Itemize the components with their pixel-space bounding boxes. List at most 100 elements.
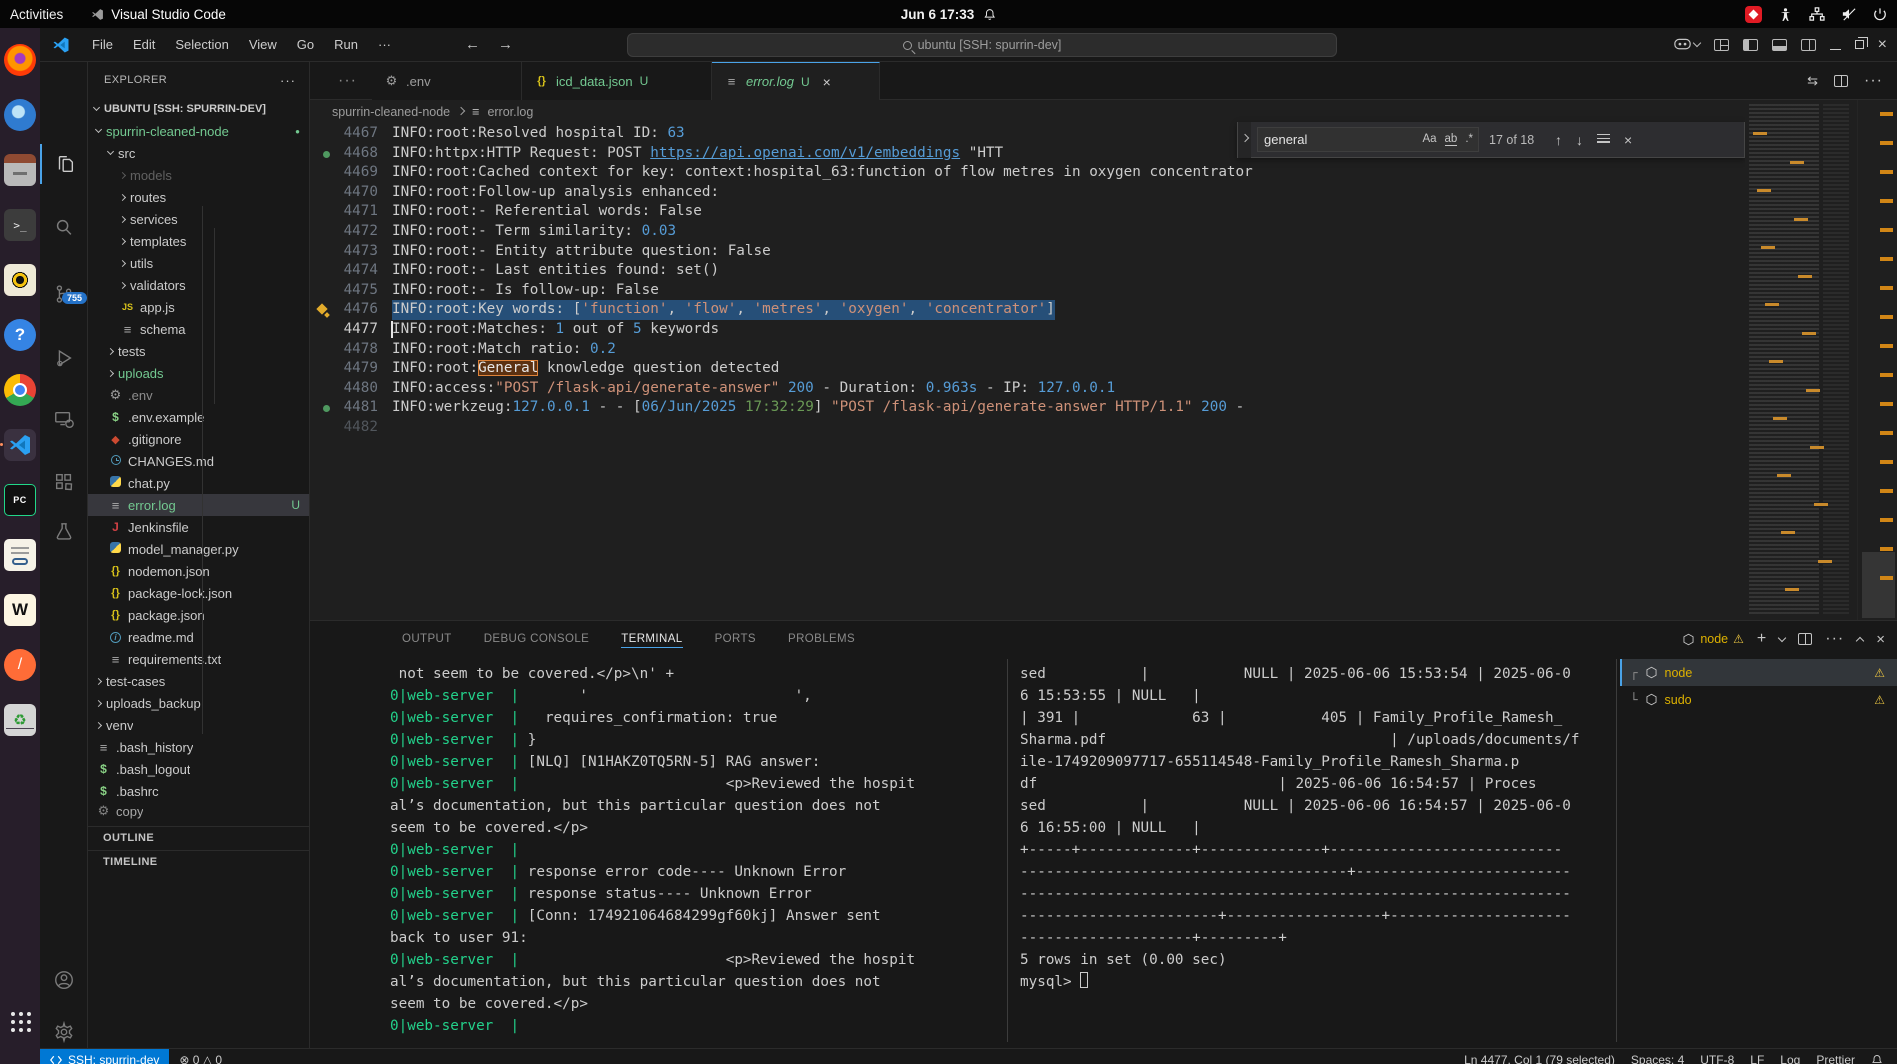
find-input[interactable]: general Aa ab .* <box>1257 127 1479 152</box>
activitybar-search-icon[interactable] <box>40 208 88 248</box>
new-terminal-icon[interactable]: + <box>1757 630 1766 648</box>
terminal-tab-sudo[interactable]: └sudo⚠ <box>1620 686 1897 713</box>
dock-item-terminal[interactable]: >_ <box>4 209 36 241</box>
statusbar-item[interactable]: Log <box>1780 1053 1800 1064</box>
breadcrumb-file[interactable]: error.log <box>487 105 533 119</box>
statusbar-item[interactable]: Prettier <box>1816 1053 1855 1064</box>
activitybar-testing-icon[interactable] <box>40 512 88 552</box>
activitybar-run-and-debug-icon[interactable] <box>40 338 88 378</box>
toggle-primary-sidebar-icon[interactable] <box>1743 39 1758 51</box>
nav-back-icon[interactable]: ← <box>465 36 480 53</box>
notifications-bell-icon[interactable] <box>1871 1054 1883 1064</box>
outline-section[interactable]: OUTLINE <box>88 826 310 849</box>
dock-item-writer-app[interactable]: W <box>4 594 36 626</box>
window-minimize-button[interactable] <box>1830 39 1841 50</box>
dock-item-firefox[interactable] <box>4 44 36 76</box>
nav-forward-icon[interactable]: → <box>498 36 513 53</box>
compare-changes-icon[interactable]: ⇆ <box>1807 73 1818 89</box>
file-schema[interactable]: ≡schema <box>88 318 310 340</box>
dock-item-rhythmbox[interactable] <box>4 264 36 296</box>
folder-models[interactable]: models <box>88 164 310 186</box>
menu-selection[interactable]: Selection <box>167 34 236 55</box>
close-panel-icon[interactable]: × <box>1876 631 1885 648</box>
file--env[interactable]: ⚙.env <box>88 384 310 406</box>
folder-routes[interactable]: routes <box>88 186 310 208</box>
activitybar-settings-icon[interactable] <box>40 1012 88 1052</box>
file-jenkinsfile[interactable]: JJenkinsfile <box>88 516 310 538</box>
file-package-lock-json[interactable]: {}package-lock.json <box>88 582 310 604</box>
activitybar-explorer-icon[interactable] <box>40 144 88 184</box>
copilot-sparkle-icon[interactable] <box>316 304 332 320</box>
file-readme-md[interactable]: ireadme.md <box>88 626 310 648</box>
editor-more-actions-icon[interactable]: ··· <box>1864 72 1883 90</box>
activities-button[interactable]: Activities <box>10 7 63 22</box>
panel-tab-terminal[interactable]: TERMINAL <box>621 633 682 648</box>
dock-item-help[interactable]: ? <box>4 319 36 351</box>
tab--env[interactable]: ⚙.env <box>372 62 522 100</box>
window-restore-button[interactable] <box>1855 40 1864 49</box>
toggle-secondary-sidebar-icon[interactable] <box>1801 39 1816 51</box>
find-in-selection-icon[interactable] <box>1597 132 1610 148</box>
statusbar-item[interactable]: Ln 4477, Col 1 (79 selected) <box>1464 1053 1615 1064</box>
tab-icd_data-json[interactable]: {}icd_data.jsonU <box>522 62 712 100</box>
tab-error-log[interactable]: ≡error.logU× <box>712 62 880 100</box>
file--env-example[interactable]: $.env.example <box>88 406 310 428</box>
dock-item-trash[interactable]: ♻ <box>4 704 36 736</box>
file-chat-py[interactable]: chat.py <box>88 472 310 494</box>
menu-run[interactable]: Run <box>326 34 366 55</box>
tab-overflow-icon[interactable]: ··· <box>338 72 357 90</box>
find-next-icon[interactable]: ↓ <box>1576 132 1583 148</box>
whole-word-icon[interactable]: ab <box>1445 133 1458 146</box>
file-copy[interactable]: ⚙copy <box>88 802 310 820</box>
terminal-tab-node[interactable]: ┌node⚠ <box>1620 659 1897 686</box>
overview-ruler-scrollbar[interactable] <box>1857 100 1897 620</box>
file--bash-history[interactable]: ≡.bash_history <box>88 736 310 758</box>
find-toggle-replace-icon[interactable] <box>1238 122 1251 158</box>
workspace-root[interactable]: UBUNTU [SSH: SPURRIN-DEV] <box>88 98 310 120</box>
customize-layout-icon[interactable] <box>1714 39 1729 51</box>
panel-tab-problems[interactable]: PROBLEMS <box>788 633 855 645</box>
file-package-json[interactable]: {}package.json <box>88 604 310 626</box>
scrollbar-thumb[interactable] <box>1862 552 1895 618</box>
file-requirements-txt[interactable]: ≡requirements.txt <box>88 648 310 670</box>
activitybar-extensions-icon[interactable] <box>40 462 88 502</box>
errors-count[interactable]: ⊗ 0 △ 0 <box>179 1053 222 1064</box>
file-nodemon-json[interactable]: {}nodemon.json <box>88 560 310 582</box>
panel-tab-output[interactable]: OUTPUT <box>402 633 452 645</box>
file-error-log[interactable]: ≡error.logU <box>88 494 310 516</box>
find-close-icon[interactable]: × <box>1624 132 1632 148</box>
find-previous-icon[interactable]: ↑ <box>1555 132 1562 148</box>
dock-item-document-viewer[interactable] <box>4 539 36 571</box>
regex-icon[interactable]: .* <box>1465 133 1473 146</box>
statusbar-item[interactable]: LF <box>1750 1053 1764 1064</box>
folder-services[interactable]: services <box>88 208 310 230</box>
toggle-panel-icon[interactable] <box>1772 39 1787 51</box>
gnome-clock[interactable]: Jun 6 17:33 <box>901 7 997 22</box>
folder-validators[interactable]: validators <box>88 274 310 296</box>
terminal-pane-node[interactable]: not seem to be covered.</p>\n' +0|web-se… <box>390 663 1006 1037</box>
system-tray[interactable] <box>1745 6 1887 23</box>
window-close-button[interactable]: × <box>1878 36 1887 54</box>
editor[interactable]: 4467INFO:root:Resolved hospital ID: 6344… <box>310 124 1745 620</box>
dock-item-files[interactable] <box>4 154 36 186</box>
statusbar-item[interactable]: Spaces: 4 <box>1631 1053 1684 1064</box>
active-terminal-name[interactable]: node ⚠ <box>1682 632 1744 646</box>
activitybar-remote-explorer-icon[interactable] <box>40 400 88 440</box>
menu-overflow-icon[interactable]: ··· <box>370 34 399 55</box>
terminal-profile-dropdown-icon[interactable] <box>1778 634 1786 642</box>
menu-view[interactable]: View <box>241 34 285 55</box>
folder-uploads[interactable]: uploads <box>88 362 310 384</box>
folder-utils[interactable]: utils <box>88 252 310 274</box>
folder-src[interactable]: src <box>88 142 310 164</box>
dock-item-visual-studio-code[interactable] <box>4 429 36 461</box>
dock-item-postman[interactable]: / <box>4 649 36 681</box>
explorer-actions-icon[interactable]: ··· <box>280 73 296 88</box>
file-app-js[interactable]: JSapp.js <box>88 296 310 318</box>
file--bashrc[interactable]: $.bashrc <box>88 780 310 802</box>
split-terminal-icon[interactable] <box>1798 633 1812 645</box>
dock-item-thunderbird[interactable] <box>4 99 36 131</box>
minimap[interactable] <box>1745 100 1857 620</box>
folder-test-cases[interactable]: test-cases <box>88 670 310 692</box>
menu-file[interactable]: File <box>84 34 121 55</box>
folder-uploads-backup[interactable]: uploads_backup <box>88 692 310 714</box>
